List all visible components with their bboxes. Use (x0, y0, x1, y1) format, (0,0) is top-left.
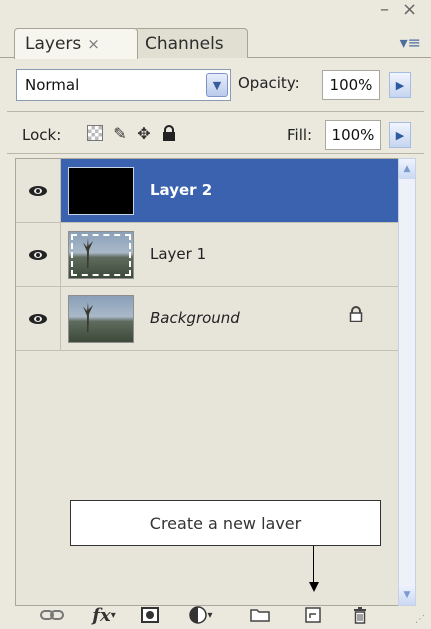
layer-row-layer-2[interactable]: Layer 2 (16, 159, 399, 223)
layer-row-layer-1[interactable]: Layer 1 (16, 223, 399, 287)
new-layer-icon[interactable] (302, 604, 324, 626)
visibility-toggle[interactable] (16, 223, 61, 286)
layer-row-background[interactable]: Background (16, 287, 399, 351)
new-group-icon[interactable] (249, 604, 271, 626)
visibility-toggle[interactable] (16, 159, 61, 222)
scroll-up-icon[interactable]: ▲ (399, 159, 415, 179)
layer-thumbnail (68, 167, 134, 215)
divider (7, 153, 424, 154)
fx-icon[interactable]: fx ▾ (86, 604, 122, 626)
eye-icon (29, 313, 47, 324)
layer-thumbnail (68, 295, 134, 343)
add-mask-icon[interactable] (139, 604, 161, 626)
layer-thumbnail (68, 231, 134, 279)
tooltip-arrow (309, 582, 319, 592)
lock-all-icon[interactable] (160, 124, 178, 142)
layer-name[interactable]: Background (150, 309, 240, 327)
opacity-field[interactable]: 100% (322, 70, 380, 100)
lock-position-icon[interactable]: ✥ (134, 124, 154, 143)
lock-image-icon[interactable]: ✎ (110, 124, 130, 143)
tab-channels-label: Channels (145, 33, 224, 54)
layer-list-scrollbar[interactable]: ▲ ▼ (398, 158, 416, 606)
adjustment-layer-icon[interactable]: ▾ (184, 604, 218, 626)
close-panel-icon[interactable]: × (402, 1, 417, 19)
eye-icon (29, 185, 47, 196)
tab-layers-label: Layers (25, 34, 82, 54)
lock-label: Lock: (22, 126, 62, 144)
resize-grip-icon[interactable]: ⋰ (415, 614, 425, 625)
layer-name[interactable]: Layer 2 (150, 181, 212, 199)
visibility-toggle[interactable] (16, 287, 61, 350)
layers-panel: – × ▾≡ Layers × Channels Normal ▼ Opacit… (0, 0, 431, 629)
panel-menu-icon[interactable]: ▾≡ (400, 35, 421, 51)
layer-name[interactable]: Layer 1 (150, 245, 206, 263)
fill-field[interactable]: 100% (325, 120, 381, 150)
link-layers-icon[interactable] (37, 604, 67, 626)
blend-mode-value: Normal (25, 76, 80, 94)
fill-label: Fill: (287, 126, 313, 144)
background-lock-icon (349, 306, 363, 326)
tooltip: Create a new laver (70, 500, 381, 546)
chevron-down-icon[interactable]: ▼ (206, 73, 228, 97)
eye-icon (29, 249, 47, 260)
scroll-down-icon[interactable]: ▼ (399, 585, 415, 605)
blend-mode-select[interactable]: Normal ▼ (16, 69, 231, 101)
tab-channels[interactable]: Channels (134, 28, 248, 58)
lock-transparent-icon[interactable] (86, 124, 104, 142)
tab-close-icon[interactable]: × (87, 35, 100, 53)
minimize-icon[interactable]: – (380, 1, 389, 19)
tooltip-pointer (313, 546, 314, 584)
tab-layers[interactable]: Layers × (14, 28, 138, 59)
opacity-slider-button[interactable]: ▶ (389, 72, 411, 98)
divider (7, 111, 424, 112)
fill-slider-button[interactable]: ▶ (389, 122, 411, 148)
delete-layer-icon[interactable] (349, 604, 371, 626)
opacity-label: Opacity: (238, 74, 300, 92)
